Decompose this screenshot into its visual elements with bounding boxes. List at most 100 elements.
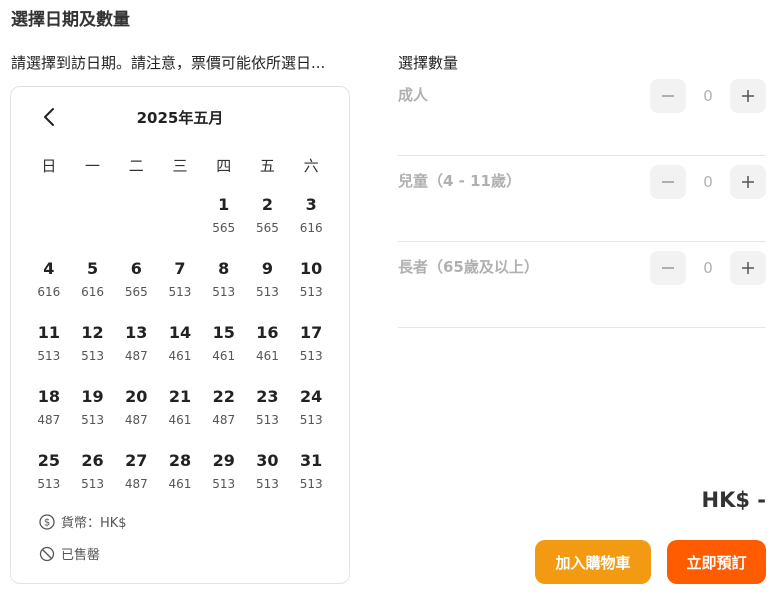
calendar-day-16[interactable]: 16 461 [246, 322, 290, 386]
calendar-day-2[interactable]: 2 565 [246, 194, 290, 258]
calendar-day-1[interactable]: 1 565 [202, 194, 246, 258]
calendar-day-18[interactable]: 18 487 [27, 386, 71, 450]
quantity-row-senior: 長者（65歲及以上） 0 [398, 242, 766, 328]
calendar-day-price: 487 [124, 477, 148, 491]
calendar-day-number: 28 [168, 451, 192, 470]
calendar-day-20[interactable]: 20 487 [114, 386, 158, 450]
date-prompt: 請選擇到訪日期。請注意，票價可能依所選日... [11, 54, 326, 72]
quantity-stepper-senior: 0 [650, 251, 766, 285]
calendar-day-9[interactable]: 9 513 [246, 258, 290, 322]
weekday-thu: 四 [216, 157, 232, 175]
minus-icon [662, 181, 674, 183]
calendar-day-24[interactable]: 24 513 [289, 386, 333, 450]
calendar-day-number: 14 [168, 323, 192, 342]
calendar-day-21[interactable]: 21 461 [158, 386, 202, 450]
calendar-day-price: 513 [212, 477, 236, 491]
calendar-day-price: 461 [212, 349, 236, 363]
calendar-day-number: 11 [37, 323, 60, 342]
currency-legend: $ 貨幣：HK$ [39, 512, 127, 531]
calendar-day-number: 24 [300, 387, 323, 406]
calendar-day-number: 13 [125, 323, 148, 342]
calendar-day-number: 9 [261, 259, 273, 278]
dollar-circle-icon: $ [39, 513, 55, 530]
weekday-fri: 五 [259, 157, 275, 175]
calendar-day-8[interactable]: 8 513 [202, 258, 246, 322]
calendar-day-price: 513 [81, 477, 105, 491]
calendar-empty-cell [27, 194, 71, 258]
calendar-day-3[interactable]: 3 616 [289, 194, 333, 258]
calendar-day-number: 29 [212, 451, 235, 470]
quantity-row-adult: 成人 0 [398, 70, 766, 156]
calendar-day-number: 1 [218, 195, 230, 214]
quantity-label-senior: 長者（65歲及以上） [398, 258, 539, 276]
weekday-header: 日 一 二 三 四 五 六 [27, 155, 333, 176]
calendar-day-27[interactable]: 27 487 [114, 450, 158, 514]
calendar-day-12[interactable]: 12 513 [71, 322, 115, 386]
calendar-day-11[interactable]: 11 513 [27, 322, 71, 386]
calendar-day-17[interactable]: 17 513 [289, 322, 333, 386]
calendar-day-28[interactable]: 28 461 [158, 450, 202, 514]
weekday-sun: 日 [41, 157, 57, 175]
add-to-cart-button[interactable]: 加入購物車 [535, 540, 651, 584]
calendar-day-price: 513 [81, 413, 105, 427]
quantity-label-adult: 成人 [398, 86, 429, 104]
calendar-day-price: 616 [81, 285, 105, 299]
calendar-day-price: 513 [299, 285, 323, 299]
increment-button[interactable] [730, 251, 766, 285]
calendar-day-number: 10 [300, 259, 323, 278]
calendar-day-7[interactable]: 7 513 [158, 258, 202, 322]
calendar-empty-cell [71, 194, 115, 258]
quantity-value-child: 0 [703, 173, 713, 191]
quantity-stepper-child: 0 [650, 165, 766, 199]
calendar-day-price: 461 [255, 349, 279, 363]
increment-button[interactable] [730, 165, 766, 199]
quantity-value-senior: 0 [703, 259, 713, 277]
plus-icon [742, 176, 754, 188]
svg-text:$: $ [44, 517, 50, 528]
calendar-day-29[interactable]: 29 513 [202, 450, 246, 514]
calendar-day-19[interactable]: 19 513 [71, 386, 115, 450]
sold-out-legend: 已售罄 [39, 544, 100, 563]
calendar-day-6[interactable]: 6 565 [114, 258, 158, 322]
calendar-day-number: 5 [86, 259, 99, 278]
calendar-day-14[interactable]: 14 461 [158, 322, 202, 386]
calendar-day-23[interactable]: 23 513 [246, 386, 290, 450]
calendar-day-5[interactable]: 5 616 [71, 258, 115, 322]
calendar-day-price: 565 [255, 221, 279, 235]
calendar-day-number: 25 [37, 451, 60, 470]
decrement-button[interactable] [650, 251, 686, 285]
calendar-day-31[interactable]: 31 513 [289, 450, 333, 514]
plus-icon [742, 262, 754, 274]
prohibited-icon [39, 546, 55, 561]
quantity-value-adult: 0 [703, 87, 713, 105]
book-now-button[interactable]: 立即預訂 [667, 540, 766, 584]
decrement-button[interactable] [650, 79, 686, 113]
calendar-day-15[interactable]: 15 461 [202, 322, 246, 386]
weekday-mon: 一 [85, 157, 101, 175]
calendar-day-price: 513 [212, 285, 236, 299]
minus-icon [662, 267, 674, 269]
calendar-day-13[interactable]: 13 487 [114, 322, 158, 386]
calendar-day-26[interactable]: 26 513 [71, 450, 115, 514]
calendar-day-number: 12 [81, 323, 104, 342]
calendar-day-number: 30 [256, 451, 279, 470]
calendar-day-4[interactable]: 4 616 [27, 258, 71, 322]
calendar-day-number: 26 [81, 451, 104, 470]
decrement-button[interactable] [650, 165, 686, 199]
calendar-day-price: 487 [124, 413, 148, 427]
quantity-label-child: 兒童（4 - 11歲） [398, 172, 521, 190]
plus-icon [742, 90, 754, 102]
calendar-day-22[interactable]: 22 487 [202, 386, 246, 450]
calendar: 2025年五月 日 一 二 三 四 五 六 1 565 2 565 3 616 4 616 5 6… [10, 86, 350, 584]
calendar-day-number: 20 [125, 387, 148, 406]
calendar-day-30[interactable]: 30 513 [246, 450, 290, 514]
calendar-day-number: 27 [125, 451, 148, 470]
calendar-day-25[interactable]: 25 513 [27, 450, 71, 514]
calendar-day-price: 616 [299, 221, 323, 235]
section-title: 選擇日期及數量 [11, 10, 130, 30]
calendar-day-number: 6 [130, 259, 142, 278]
calendar-day-number: 23 [256, 387, 279, 406]
weekday-wed: 三 [172, 157, 188, 175]
calendar-day-10[interactable]: 10 513 [289, 258, 333, 322]
increment-button[interactable] [730, 79, 766, 113]
